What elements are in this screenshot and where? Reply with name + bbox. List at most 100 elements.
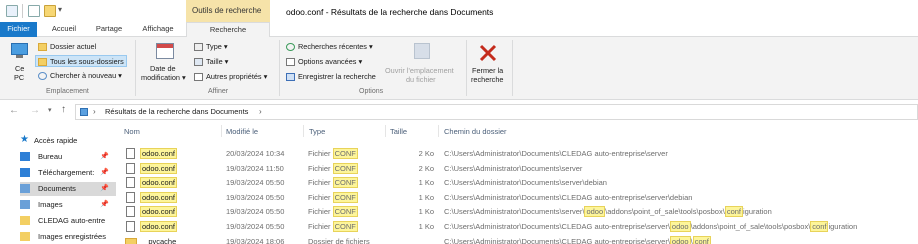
close-search-label-1: Fermer la (472, 66, 504, 75)
file-type: Fichier CONF (308, 206, 358, 218)
column-divider[interactable] (303, 125, 304, 137)
file-name[interactable]: odoo.conf (140, 177, 177, 189)
tab-file[interactable]: Fichier (0, 22, 37, 37)
folder-icon (38, 43, 47, 51)
type-filter-button[interactable]: Type ▾ (192, 41, 230, 53)
sidebar-item-5[interactable]: Images enregistrées (20, 230, 116, 244)
app-icon (6, 5, 18, 17)
recent-searches-button[interactable]: Recherches récentes ▾ (284, 41, 375, 53)
column-header-name[interactable]: Nom (124, 127, 140, 136)
sidebar-item-0[interactable]: Bureau 📌 (20, 150, 116, 164)
file-size: 2 Ko (418, 149, 434, 158)
file-type-text: Fichier (308, 149, 333, 158)
group-divider (135, 40, 136, 96)
column-divider[interactable] (385, 125, 386, 137)
all-subfolders-button[interactable]: Tous les sous-dossiers (35, 55, 127, 67)
file-name-text: odoo.conf (140, 148, 177, 159)
file-type-text: Fichier (308, 207, 333, 217)
save-icon (286, 73, 295, 81)
file-size: 1 Ko (418, 207, 434, 217)
file-name[interactable]: odoo.conf (140, 191, 177, 203)
path-highlight: conf (724, 206, 743, 218)
group-divider (466, 40, 467, 96)
modified-date: 19/03/2024 11:50 (226, 163, 284, 173)
search-again-button[interactable]: Chercher à nouveau ▾ (36, 70, 124, 82)
documents-icon (20, 184, 30, 193)
path-highlight: conf (692, 235, 711, 244)
close-icon (479, 44, 497, 62)
file-name[interactable]: odoo.conf (140, 162, 177, 174)
column-header-size[interactable]: Taille (390, 127, 407, 136)
monitor-icon (11, 43, 28, 55)
file-name-text: odoo.conf (140, 191, 177, 203)
table-row[interactable]: odoo.conf 19/03/2024 05:50 Fichier CONF 1 K… (120, 191, 918, 205)
quick-access-label: Accès rapide (34, 136, 78, 145)
forward-arrow-icon[interactable]: → (30, 105, 40, 116)
address-bar[interactable]: › Résultats de la recherche dans Documen… (75, 104, 918, 120)
current-folder-button[interactable]: Dossier actuel (36, 41, 98, 53)
tab-home[interactable]: Accueil (44, 22, 84, 37)
up-arrow-icon[interactable]: ↑ (61, 104, 66, 115)
file-type: Fichier CONF (308, 162, 358, 174)
open-file-location-button[interactable]: Ouvrir l'emplacement du fichier (384, 41, 462, 85)
file-type: Fichier CONF (308, 148, 358, 159)
file-size: 2 Ko (418, 163, 434, 173)
back-arrow-icon[interactable]: ← (9, 105, 19, 116)
file-name-text: odoo.conf (140, 206, 177, 218)
file-icon (126, 162, 135, 174)
column-divider[interactable] (438, 125, 439, 137)
pin-icon[interactable]: 📌 (100, 152, 109, 160)
file-type-text: Dossier de fichiers (308, 236, 370, 244)
file-size: 1 Ko (418, 222, 434, 231)
file-type-highlight: CONF (332, 191, 358, 203)
path-segment: C:\Users\Administrator\Documents\CLEDAG … (444, 192, 693, 202)
table-row[interactable]: odoo.conf 20/03/2024 10:34 Fichier CONF 2 K… (120, 147, 918, 161)
pin-icon[interactable]: 📌 (100, 200, 109, 208)
sidebar-item-1[interactable]: Téléchargement: 📌 (20, 166, 116, 180)
table-row[interactable]: odoo.conf 19/03/2024 05:50 Fichier CONF 1 K… (120, 220, 918, 234)
tab-share[interactable]: Partage (89, 22, 129, 37)
sidebar-item-3[interactable]: Images 📌 (20, 198, 116, 212)
sidebar-item-4[interactable]: CLEDAG auto-entre (20, 214, 116, 228)
file-icon (126, 177, 135, 189)
column-header-type[interactable]: Type (309, 127, 325, 136)
calendar-icon (156, 43, 174, 59)
column-divider[interactable] (221, 125, 222, 137)
file-name-text: odoo.conf (140, 177, 177, 189)
nav-quick-access[interactable]: ★ Accès rapide (20, 134, 120, 148)
table-row[interactable]: odoo.conf 19/03/2024 05:50 Fichier CONF 1 K… (120, 205, 918, 219)
table-row[interactable]: odoo.conf 19/03/2024 11:50 Fichier CONF 2 K… (120, 162, 918, 176)
customize-qat-icon[interactable]: ▾ (58, 5, 62, 14)
file-name-text: odoo.conf (140, 162, 177, 174)
table-row[interactable]: __pycache__ 19/03/2024 18:06 Dossier de fi… (120, 235, 918, 244)
table-row[interactable]: odoo.conf 19/03/2024 05:50 Fichier CONF 1 K… (120, 176, 918, 190)
breadcrumb-chevron-icon[interactable]: › (259, 107, 262, 116)
file-name[interactable]: odoo.conf (140, 206, 177, 218)
save-search-button[interactable]: Enregistrer la recherche (284, 71, 378, 83)
properties-icon[interactable] (28, 5, 40, 17)
date-modified-button[interactable]: Date de modification ▾ (141, 41, 191, 85)
close-search-button[interactable]: Fermer la recherche (469, 41, 509, 85)
breadcrumb[interactable]: Résultats de la recherche dans Documents (105, 107, 248, 116)
pin-icon[interactable]: 📌 (100, 168, 109, 176)
pin-icon[interactable]: 📌 (100, 184, 109, 192)
advanced-options-button[interactable]: Options avancées ▾ (284, 56, 364, 68)
tab-search[interactable]: Recherche (186, 22, 270, 38)
size-icon (194, 58, 203, 66)
file-name[interactable]: odoo.conf (140, 221, 177, 232)
file-type-highlight: CONF (332, 177, 358, 189)
file-name[interactable]: odoo.conf (140, 148, 177, 159)
date-label-1: Date de (150, 64, 176, 73)
column-header-modified[interactable]: Modifié le (226, 127, 258, 136)
new-folder-icon[interactable] (44, 5, 56, 17)
column-header-path[interactable]: Chemin du dossier (444, 127, 507, 136)
sidebar-item-2[interactable]: Documents 📌 (20, 182, 116, 196)
this-pc-button[interactable]: Ce PC (8, 41, 32, 85)
other-properties-button[interactable]: Autres propriétés ▾ (192, 71, 269, 83)
tab-view[interactable]: Affichage (135, 22, 181, 37)
size-filter-button[interactable]: Taille ▾ (192, 56, 230, 68)
file-name[interactable]: __pycache__ (140, 237, 185, 244)
folder-icon (20, 232, 30, 241)
group-divider (279, 40, 280, 96)
recent-locations-icon[interactable]: ▾ (48, 106, 52, 114)
